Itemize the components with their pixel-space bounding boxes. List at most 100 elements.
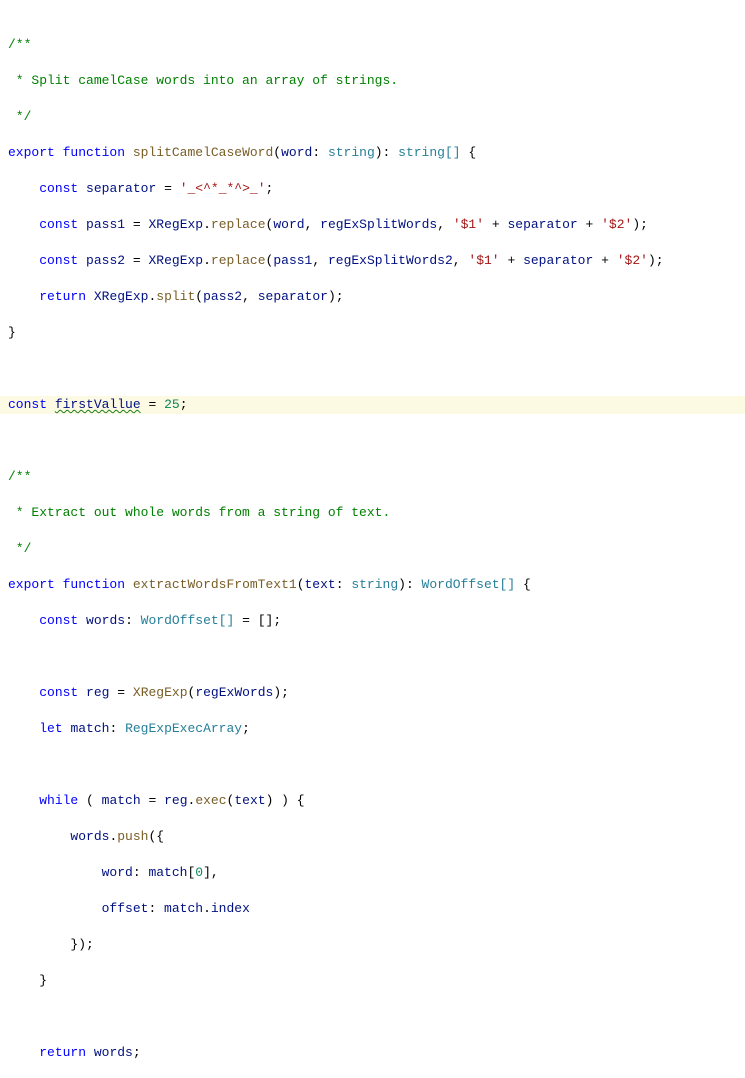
method-name: split — [156, 289, 195, 304]
string-literal: '$1' — [468, 253, 499, 268]
identifier: reg — [164, 793, 187, 808]
comment-open: /** — [8, 37, 31, 52]
code-line: */ — [0, 540, 745, 558]
code-line: /** — [0, 468, 745, 486]
var-name: separator — [86, 181, 156, 196]
code-line: return XRegExp.split(pass2, separator); — [0, 288, 745, 306]
keyword-function: function — [63, 145, 125, 160]
arg: regExWords — [195, 685, 273, 700]
method-name: exec — [195, 793, 226, 808]
identifier: XRegExp — [149, 217, 204, 232]
code-line: const separator = '_<^*_*^>_'; — [0, 180, 745, 198]
code-line: * Split camelCase words into an array of… — [0, 72, 745, 90]
arg: word — [273, 217, 304, 232]
arg: separator — [523, 253, 593, 268]
var-name: match — [70, 721, 109, 736]
method-name: replace — [211, 253, 266, 268]
call-expr: XRegExp — [133, 685, 188, 700]
arg: pass1 — [273, 253, 312, 268]
code-line: const reg = XRegExp(regExWords); — [0, 684, 745, 702]
type-annotation: WordOffset[] — [141, 613, 235, 628]
type-annotation: RegExpExecArray — [125, 721, 242, 736]
method-name: replace — [211, 217, 266, 232]
arg: pass2 — [203, 289, 242, 304]
type-annotation: string — [351, 577, 398, 592]
string-literal: '_<^*_*^>_' — [180, 181, 266, 196]
code-line: }); — [0, 936, 745, 954]
code-line: words.push({ — [0, 828, 745, 846]
blank-line — [0, 432, 745, 450]
keyword-return: return — [39, 1045, 86, 1060]
property-name: offset — [102, 901, 149, 916]
arg: regExSplitWords2 — [328, 253, 453, 268]
code-editor[interactable]: /** * Split camelCase words into an arra… — [0, 0, 745, 1078]
blank-line — [0, 1008, 745, 1026]
arg: separator — [258, 289, 328, 304]
arg: text — [234, 793, 265, 808]
number-literal: 0 — [195, 865, 203, 880]
keyword-const: const — [8, 397, 47, 412]
code-line: const pass2 = XRegExp.replace(pass1, reg… — [0, 252, 745, 270]
type-annotation: string — [328, 145, 375, 160]
arg: separator — [507, 217, 577, 232]
var-name-linted: firstVallue — [55, 397, 141, 412]
code-line: /** — [0, 36, 745, 54]
identifier: XRegExp — [94, 289, 149, 304]
keyword-const: const — [39, 613, 78, 628]
code-line: export function extractWordsFromText1(te… — [0, 576, 745, 594]
keyword-function: function — [63, 577, 125, 592]
comment-close: */ — [8, 109, 31, 124]
identifier: words — [70, 829, 109, 844]
arg: regExSplitWords — [320, 217, 437, 232]
code-line: } — [0, 972, 745, 990]
keyword-let: let — [39, 721, 62, 736]
comment-text: * Extract out whole words from a string … — [8, 505, 390, 520]
blank-line — [0, 756, 745, 774]
fn-name: extractWordsFromText1 — [133, 577, 297, 592]
fn-name: splitCamelCaseWord — [133, 145, 273, 160]
identifier: XRegExp — [149, 253, 204, 268]
code-line: const words: WordOffset[] = []; — [0, 612, 745, 630]
var-name: pass1 — [86, 217, 125, 232]
param-name: word — [281, 145, 312, 160]
keyword-const: const — [39, 253, 78, 268]
comment-close: */ — [8, 541, 31, 556]
number-literal: 25 — [164, 397, 180, 412]
keyword-const: const — [39, 217, 78, 232]
identifier: match — [164, 901, 203, 916]
var-name: pass2 — [86, 253, 125, 268]
code-line: while ( match = reg.exec(text) ) { — [0, 792, 745, 810]
identifier: match — [102, 793, 141, 808]
code-line-highlighted: const firstVallue = 25; — [0, 396, 745, 414]
identifier: words — [94, 1045, 133, 1060]
keyword-const: const — [39, 685, 78, 700]
comment-text: * Split camelCase words into an array of… — [8, 73, 398, 88]
return-type: WordOffset[] — [422, 577, 516, 592]
code-line: * Extract out whole words from a string … — [0, 504, 745, 522]
code-line: const pass1 = XRegExp.replace(word, regE… — [0, 216, 745, 234]
code-line: } — [0, 324, 745, 342]
keyword-const: const — [39, 181, 78, 196]
blank-line — [0, 360, 745, 378]
empty-array: [] — [258, 613, 274, 628]
var-name: reg — [86, 685, 109, 700]
code-line: let match: RegExpExecArray; — [0, 720, 745, 738]
method-name: push — [117, 829, 148, 844]
return-type: string[] — [398, 145, 460, 160]
keyword-export: export — [8, 145, 55, 160]
code-line: export function splitCamelCaseWord(word:… — [0, 144, 745, 162]
identifier: match — [148, 865, 187, 880]
code-line: */ — [0, 108, 745, 126]
keyword-export: export — [8, 577, 55, 592]
var-name: words — [86, 613, 125, 628]
property-name: word — [102, 865, 133, 880]
property-name: index — [211, 901, 250, 916]
keyword-while: while — [39, 793, 78, 808]
string-literal: '$2' — [617, 253, 648, 268]
code-line: offset: match.index — [0, 900, 745, 918]
comment-open: /** — [8, 469, 31, 484]
blank-line — [0, 648, 745, 666]
string-literal: '$2' — [601, 217, 632, 232]
keyword-return: return — [39, 289, 86, 304]
code-line: word: match[0], — [0, 864, 745, 882]
